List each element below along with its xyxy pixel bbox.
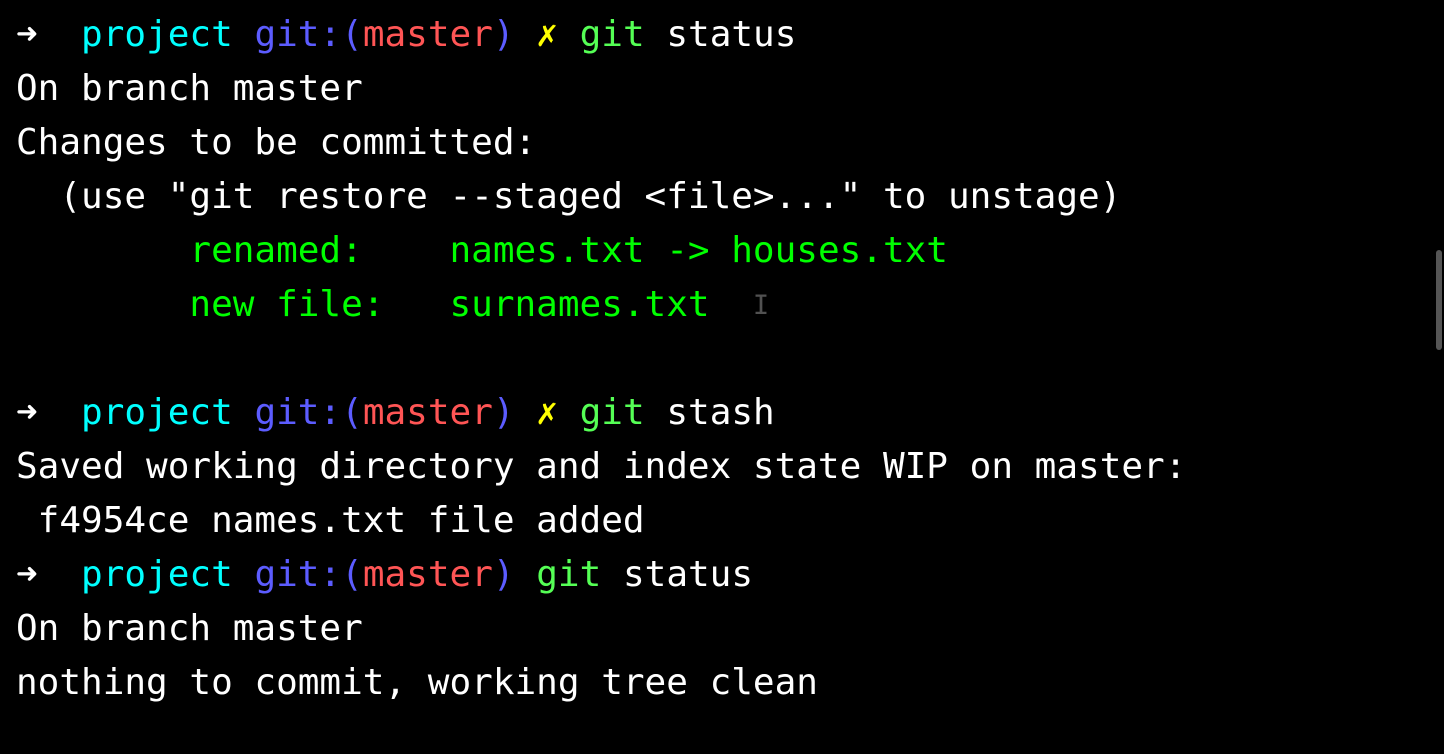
prompt-line-3: ➜ project git:(master) git status (16, 548, 1428, 602)
output-renamed-line: renamed: names.txt -> houses.txt (16, 224, 1428, 278)
output-clean: nothing to commit, working tree clean (16, 656, 1428, 710)
prompt-line-2: ➜ project git:(master) ✗ git stash (16, 386, 1428, 440)
prompt-directory: project (81, 554, 233, 595)
git-label: git:( (254, 14, 362, 55)
renamed-value: names.txt -> houses.txt (449, 230, 948, 271)
output-stash-line2: f4954ce names.txt file added (16, 494, 1428, 548)
git-branch: master (363, 14, 493, 55)
dirty-icon: ✗ (536, 392, 558, 433)
command-git: git (536, 554, 601, 595)
output-changes-header: Changes to be committed: (16, 116, 1428, 170)
renamed-label: renamed: (16, 230, 449, 271)
prompt-line-1: ➜ project git:(master) ✗ git status (16, 8, 1428, 62)
prompt-arrow-icon: ➜ (16, 392, 38, 433)
newfile-value: surnames.txt (449, 284, 752, 325)
blank-line (16, 332, 1428, 386)
git-branch: master (363, 392, 493, 433)
git-close: ) (493, 554, 515, 595)
command-git: git (580, 14, 645, 55)
output-on-branch-2: On branch master (16, 602, 1428, 656)
command-args: stash (666, 392, 774, 433)
dirty-icon: ✗ (536, 14, 558, 55)
command-args: status (623, 554, 753, 595)
command-git: git (580, 392, 645, 433)
output-stash-line1: Saved working directory and index state … (16, 440, 1428, 494)
prompt-arrow-icon: ➜ (16, 554, 38, 595)
text-cursor-icon: I (753, 290, 769, 321)
prompt-arrow-icon: ➜ (16, 14, 38, 55)
command-args: status (666, 14, 796, 55)
scrollbar-thumb[interactable] (1436, 250, 1442, 350)
output-unstage-hint: (use "git restore --staged <file>..." to… (16, 170, 1428, 224)
terminal-output[interactable]: ➜ project git:(master) ✗ git status On b… (16, 8, 1428, 710)
prompt-directory: project (81, 14, 233, 55)
prompt-directory: project (81, 392, 233, 433)
output-newfile-line: new file: surnames.txt I (16, 278, 1428, 332)
git-label: git:( (254, 554, 362, 595)
output-on-branch: On branch master (16, 62, 1428, 116)
git-branch: master (363, 554, 493, 595)
git-close: ) (493, 14, 515, 55)
newfile-label: new file: (16, 284, 449, 325)
git-label: git:( (254, 392, 362, 433)
git-close: ) (493, 392, 515, 433)
